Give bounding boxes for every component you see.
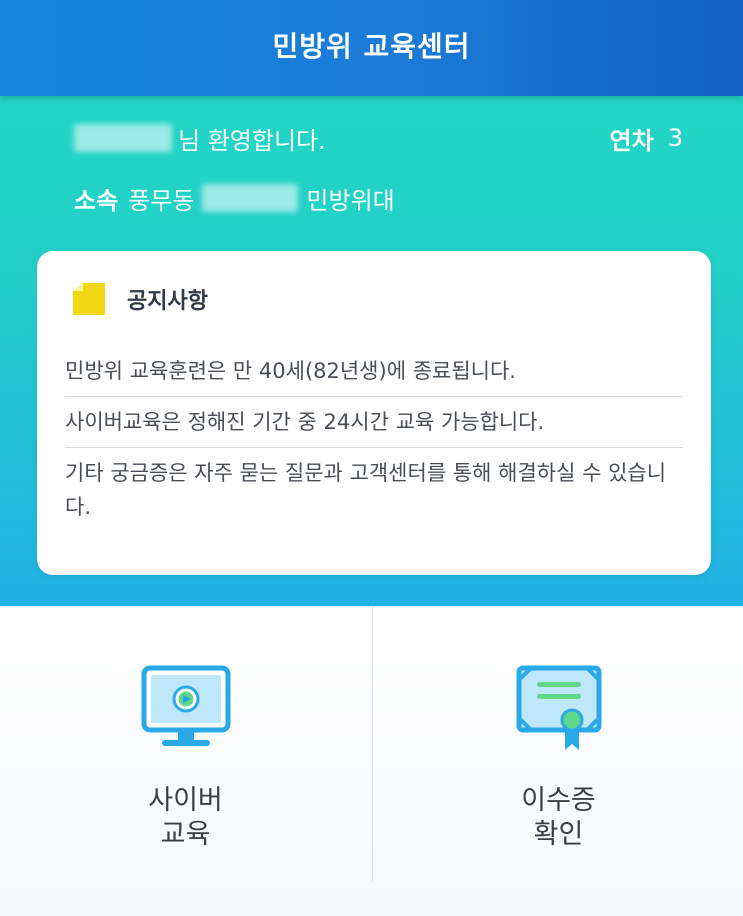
notice-title: 공지사항: [127, 289, 208, 314]
notice-item[interactable]: 민방위 교육훈련은 만 40세(82년생)에 종료됩니다.: [65, 346, 683, 397]
notice-item[interactable]: 기타 궁금증은 자주 묻는 질문과 고객센터를 통해 해결하실 수 있습니다.: [65, 448, 683, 532]
welcome-row: 님 환영합니다.: [74, 118, 326, 158]
notice-card: 공지사항 민방위 교육훈련은 만 40세(82년생)에 종료됩니다. 사이버교육…: [37, 251, 711, 575]
app-title: 민방위 교육센터: [272, 30, 471, 63]
affiliation-label: 소속: [74, 186, 119, 215]
cyber-education-label: 사이버 교육: [148, 785, 223, 850]
affiliation-location: 풍무동: [128, 186, 195, 215]
welcome-text: 님 환영합니다.: [178, 126, 326, 155]
notice-header: 공지사항: [71, 281, 208, 317]
redacted-user-name: [74, 124, 172, 152]
year-indicator: 연차 3: [610, 118, 683, 158]
certificate-label: 이수증 확인: [521, 785, 596, 850]
affiliation-unit: 민방위대: [306, 186, 395, 215]
year-label: 연차: [609, 126, 654, 155]
certificate-button[interactable]: 이수증 확인: [373, 606, 743, 882]
cyber-education-button[interactable]: 사이버 교육: [0, 606, 371, 882]
notice-list: 민방위 교육훈련은 만 40세(82년생)에 종료됩니다. 사이버교육은 정해진…: [65, 346, 683, 532]
certificate-icon: [509, 664, 609, 754]
app-bar: 민방위 교육센터: [0, 0, 743, 96]
menu-area: 사이버 교육 이수증 확인: [0, 606, 743, 916]
year-value: 3: [667, 124, 683, 152]
memo-icon: [71, 281, 107, 317]
redacted-unit-number: [202, 184, 299, 212]
notice-item[interactable]: 사이버교육은 정해진 기간 중 24시간 교육 가능합니다.: [65, 397, 683, 448]
affiliation-row: 소속 풍무동 민방위대: [74, 178, 395, 218]
monitor-play-icon: [136, 664, 236, 754]
